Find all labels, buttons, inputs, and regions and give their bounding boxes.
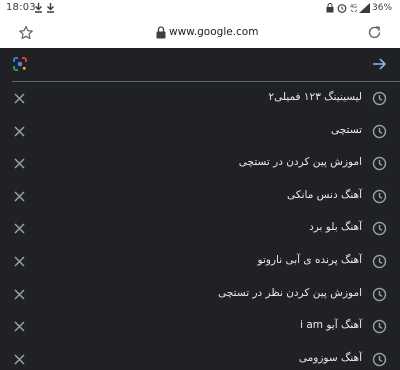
history-icon xyxy=(372,124,387,138)
history-icon xyxy=(372,287,387,301)
network-4g-icon: 4G xyxy=(350,4,358,13)
suggestion-text: اموزش پین کردن نظر در تستچی xyxy=(218,286,362,299)
status-time: 18:03 xyxy=(6,2,36,13)
suggestion-text: اموزش پین کردن در تستچی xyxy=(238,156,362,169)
suggestion-text: آهنگ سوزومی xyxy=(298,351,362,364)
history-icon xyxy=(372,189,387,203)
search-row xyxy=(0,48,400,81)
close-icon[interactable] xyxy=(14,158,25,169)
suggestion-text: آهنگ دنس مانکی xyxy=(287,188,362,201)
svg-text:4G: 4G xyxy=(350,4,357,10)
alarm-icon xyxy=(337,4,347,13)
suggestion-item[interactable]: اموزش پین کردن نظر در تستچی xyxy=(0,278,400,311)
history-icon xyxy=(372,319,387,334)
close-icon[interactable] xyxy=(14,354,25,365)
close-icon[interactable] xyxy=(14,223,25,234)
battery-percentage: 36% xyxy=(372,3,393,13)
close-icon[interactable] xyxy=(14,93,25,104)
suggestion-text: تستچی xyxy=(331,123,362,136)
close-icon[interactable] xyxy=(14,289,25,300)
suggestion-item[interactable]: آهنگ بلو برد xyxy=(0,212,400,245)
reload-icon[interactable] xyxy=(367,25,382,40)
lock-status-icon xyxy=(326,3,334,13)
google-lens-icon[interactable] xyxy=(13,57,27,71)
suggestion-text: لیسینینگ ۱۲۳ فمیلی۲ xyxy=(268,91,362,103)
arrow-right-icon[interactable] xyxy=(372,57,387,71)
address-bar: www.google.com xyxy=(0,17,400,48)
suggestion-item[interactable]: تستچی xyxy=(0,115,400,148)
close-icon[interactable] xyxy=(14,126,25,137)
lock-icon xyxy=(156,26,166,39)
suggestion-item[interactable]: آهنگ سوزومی xyxy=(0,343,400,370)
search-input[interactable] xyxy=(36,54,360,76)
suggestion-text: آهنگ بلو برد xyxy=(309,221,362,234)
url-text: www.google.com xyxy=(169,26,259,38)
history-icon xyxy=(372,91,387,106)
suggestion-item[interactable]: آهنگ پرنده ی آبی ناروتو xyxy=(0,245,400,278)
suggestion-item[interactable]: لیسینینگ ۱۲۳ فمیلی۲ xyxy=(0,82,400,115)
suggestion-text: آهنگ پرنده ی آبی ناروتو xyxy=(257,253,362,266)
suggestion-text: آهنگ آیو i am xyxy=(300,319,362,332)
close-icon[interactable] xyxy=(14,321,25,332)
history-icon xyxy=(372,222,387,236)
suggestion-item[interactable]: آهنگ آیو i am xyxy=(0,310,400,343)
status-bar: 18:03 4G 36% xyxy=(0,0,400,17)
suggestion-list: لیسینینگ ۱۲۳ فمیلی۲ تستچی اموزش پین کردن… xyxy=(0,82,400,370)
close-icon[interactable] xyxy=(14,191,25,202)
suggestion-item[interactable]: آهنگ دنس مانکی xyxy=(0,180,400,213)
close-icon[interactable] xyxy=(14,256,25,267)
star-icon[interactable] xyxy=(18,25,34,41)
signal-icon xyxy=(359,3,370,13)
download-icon xyxy=(35,3,42,13)
suggestion-item[interactable]: اموزش پین کردن در تستچی xyxy=(0,147,400,180)
download-icon xyxy=(47,3,54,13)
history-icon xyxy=(372,156,387,171)
history-icon xyxy=(372,254,387,269)
history-icon xyxy=(372,352,387,366)
